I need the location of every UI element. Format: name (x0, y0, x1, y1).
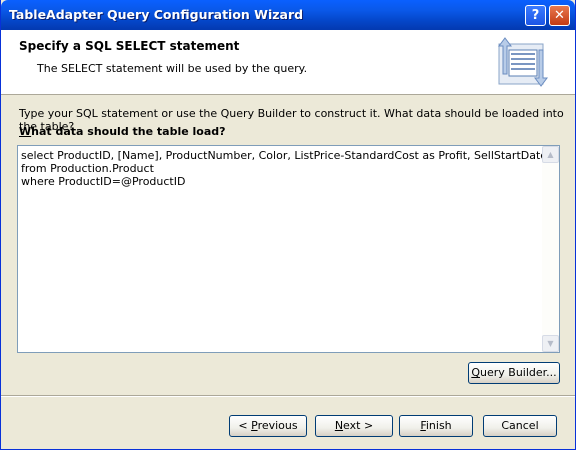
query-builder-label: uery Builder... (480, 366, 557, 379)
wizard-window: TableAdapter Query Configuration Wizard … (0, 0, 576, 450)
wizard-data-icon (498, 37, 548, 87)
close-icon: ✕ (554, 8, 565, 23)
table-load-label: What data should the table load? (19, 125, 226, 138)
table-load-label-accel: W (19, 125, 32, 138)
next-button[interactable]: Next > (315, 415, 393, 437)
header-subtitle: The SELECT statement will be used by the… (37, 62, 308, 75)
query-builder-button[interactable]: Query Builder... (468, 362, 560, 384)
title-bar[interactable]: TableAdapter Query Configuration Wizard … (1, 0, 575, 30)
next-accel: N (334, 419, 344, 432)
help-button[interactable]: ? (525, 5, 546, 26)
finish-label: inish (425, 419, 452, 432)
previous-button[interactable]: < Previous (229, 415, 307, 437)
cancel-button[interactable]: Cancel (483, 415, 557, 437)
query-builder-accel: Q (471, 366, 480, 379)
finish-button[interactable]: Finish (399, 415, 473, 437)
sql-statement-text: select ProductID, [Name], ProductNumber,… (21, 149, 548, 188)
help-icon: ? (531, 8, 540, 23)
table-load-label-rest: hat data should the table load? (31, 125, 226, 138)
next-label: ext > (343, 419, 374, 432)
wizard-header: Specify a SQL SELECT statement The SELEC… (1, 30, 575, 95)
previous-prefix: < (238, 419, 252, 432)
cancel-label: Cancel (501, 419, 539, 432)
previous-label: revious (257, 419, 298, 432)
vertical-scrollbar[interactable]: ▲ ▼ (542, 146, 559, 352)
scroll-up-icon[interactable]: ▲ (542, 146, 559, 163)
scroll-down-icon[interactable]: ▼ (542, 335, 559, 352)
close-button[interactable]: ✕ (549, 5, 570, 26)
header-title: Specify a SQL SELECT statement (19, 39, 240, 53)
sql-statement-textarea[interactable]: select ProductID, [Name], ProductNumber,… (17, 145, 560, 353)
window-title: TableAdapter Query Configuration Wizard (9, 7, 304, 22)
footer-separator (1, 395, 575, 397)
